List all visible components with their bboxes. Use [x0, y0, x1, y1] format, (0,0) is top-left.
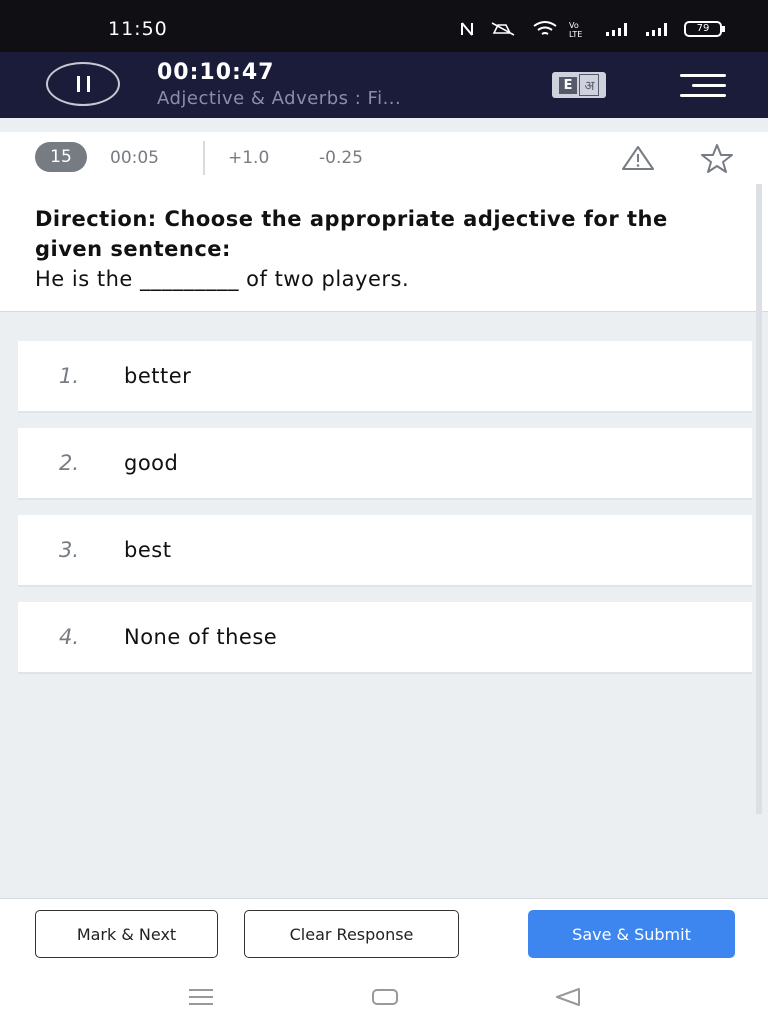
option-1[interactable]: 1. better	[18, 341, 752, 413]
option-text: better	[124, 364, 192, 388]
negative-marks: -0.25	[319, 148, 363, 168]
question-panel: Direction: Choose the appropriate adject…	[0, 184, 768, 312]
option-text: good	[124, 451, 179, 475]
mute-icon	[491, 22, 515, 36]
option-text: best	[124, 538, 172, 562]
pause-icon	[76, 76, 80, 92]
battery-icon: 79	[684, 21, 725, 37]
option-4[interactable]: 4. None of these	[18, 602, 752, 674]
question-direction: Direction: Choose the appropriate adject…	[35, 207, 668, 261]
meta-divider	[203, 141, 205, 175]
test-timer: 00:10:47	[157, 60, 275, 85]
status-icons: Vo LTE 79	[460, 20, 725, 38]
language-toggle[interactable]: E अ	[552, 72, 606, 98]
option-number: 4.	[59, 625, 80, 649]
menu-icon[interactable]	[680, 74, 726, 98]
status-bar: 11:50 Vo LTE 79	[0, 0, 768, 52]
status-time: 11:50	[108, 18, 168, 40]
lang-hindi[interactable]: अ	[579, 74, 600, 96]
scrollbar[interactable]	[756, 184, 762, 814]
nfc-icon	[461, 22, 473, 36]
option-3[interactable]: 3. best	[18, 515, 752, 587]
option-number: 3.	[59, 538, 80, 562]
lang-english[interactable]: E	[558, 76, 578, 94]
system-nav-bar	[0, 977, 768, 1024]
action-footer: Mark & Next Clear Response Save & Submit	[0, 898, 768, 1024]
battery-level: 79	[696, 23, 710, 34]
pause-button[interactable]	[46, 62, 120, 106]
positive-marks: +1.0	[228, 148, 270, 168]
nav-home-icon[interactable]	[369, 987, 401, 1007]
clear-response-button[interactable]: Clear Response	[244, 910, 459, 958]
option-number: 1.	[59, 364, 80, 388]
option-text: None of these	[124, 625, 278, 649]
option-number: 2.	[59, 451, 80, 475]
question-sentence: He is the _________ of two players.	[35, 267, 410, 291]
wifi-icon	[533, 21, 557, 35]
option-2[interactable]: 2. good	[18, 428, 752, 500]
volte-icon: VoLTE	[569, 21, 582, 38]
nav-menu-icon[interactable]	[186, 987, 216, 1007]
signal-icon	[646, 23, 667, 36]
signal-icon	[606, 23, 627, 36]
svg-text:Vo: Vo	[569, 21, 579, 30]
question-number-badge: 15	[35, 142, 87, 172]
nav-back-icon[interactable]	[552, 986, 584, 1008]
question-time: 00:05	[110, 148, 159, 168]
mark-next-button[interactable]: Mark & Next	[35, 910, 218, 958]
question-meta-bar: 15 00:05 +1.0 -0.25	[0, 132, 768, 184]
test-header: 00:10:47 Adjective & Adverbs : Fi... E अ	[0, 52, 768, 118]
report-icon[interactable]	[620, 144, 656, 172]
test-title: Adjective & Adverbs : Fi...	[157, 88, 402, 109]
save-submit-button[interactable]: Save & Submit	[528, 910, 735, 958]
svg-text:LTE: LTE	[569, 30, 582, 38]
star-icon[interactable]	[698, 142, 736, 174]
